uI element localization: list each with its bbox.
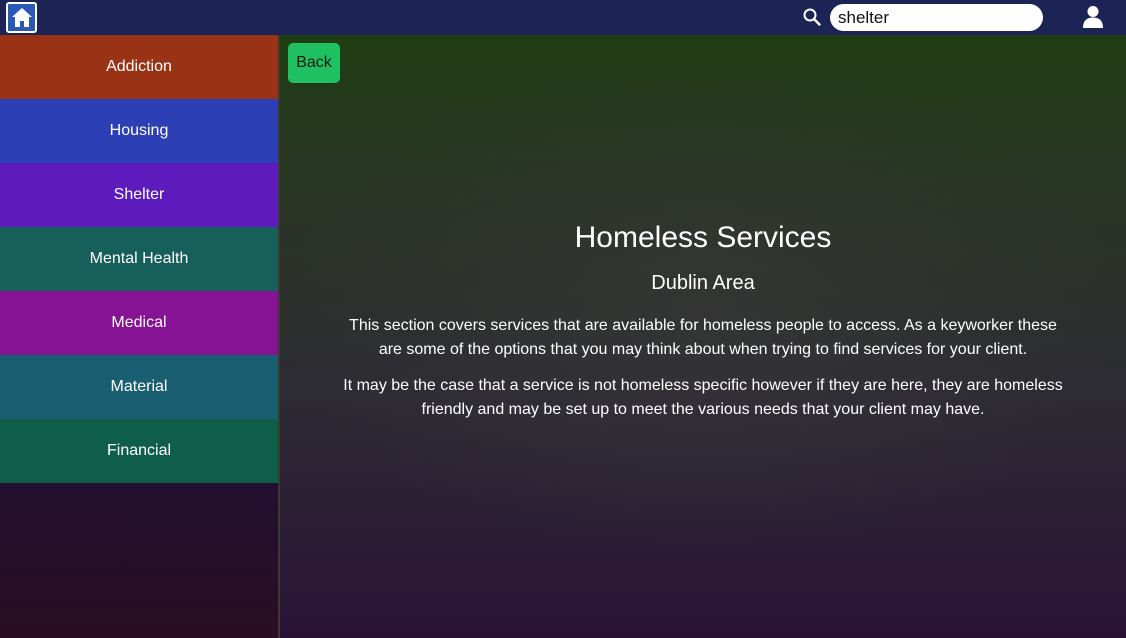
sidebar-item-mental-health[interactable]: Mental Health [0,227,278,291]
user-icon[interactable] [1082,5,1104,29]
main-content: Back Homeless Services Dublin Area This … [280,35,1126,638]
sidebar-item-label: Mental Health [89,250,189,267]
sidebar-item-housing[interactable]: Housing [0,99,278,163]
top-navbar [0,0,1126,35]
sidebar-item-label: Material [110,378,168,395]
sidebar-item-label: Shelter [113,186,165,203]
sidebar-item-material[interactable]: Material [0,355,278,419]
sidebar-item-medical[interactable]: Medical [0,291,278,355]
intro-section: Homeless Services Dublin Area This secti… [340,220,1066,422]
page-subtitle: Dublin Area [651,272,755,294]
sidebar-item-label: Financial [106,442,172,459]
intro-paragraph: This section covers services that are av… [349,317,1057,358]
sidebar-item-shelter[interactable]: Shelter [0,163,278,227]
sidebar-item-label: Medical [111,314,167,331]
sidebar-item-financial[interactable]: Financial [0,419,278,483]
category-sidebar: Addiction Housing Shelter Mental Health … [0,35,278,638]
home-icon [11,8,32,27]
home-button[interactable] [6,2,37,33]
page-title: Homeless Services [574,221,832,254]
sidebar-item-addiction[interactable]: Addiction [0,35,278,99]
sidebar-item-label: Housing [109,122,169,139]
intro-paragraph: It may be the case that a service is not… [343,377,1063,418]
sidebar-item-label: Addiction [106,58,172,75]
search-input[interactable] [830,4,1043,31]
search-icon[interactable] [802,7,822,27]
back-button[interactable]: Back [288,43,340,83]
